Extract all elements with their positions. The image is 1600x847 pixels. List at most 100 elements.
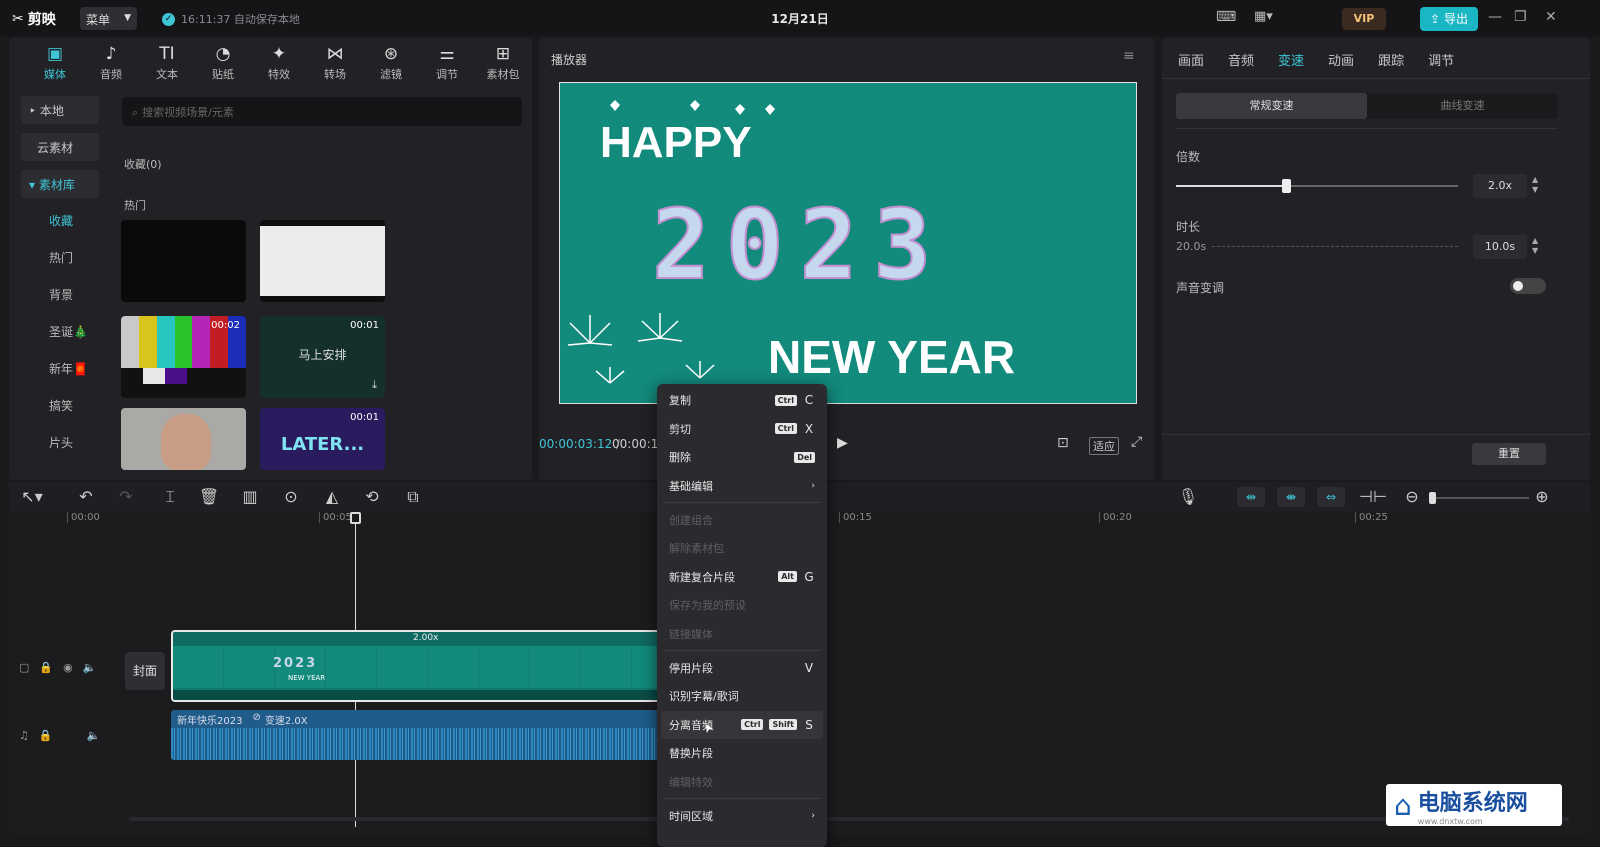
property-tab[interactable]: 画面 [1178,50,1204,69]
maximize-icon[interactable]: ❐ [1514,9,1527,25]
property-tab[interactable]: 音频 [1228,50,1254,69]
fullscreen-icon[interactable]: ⤢ [1131,434,1142,450]
keyboard-icon[interactable]: ⌨ [1216,9,1236,25]
redo-icon[interactable]: ↷ [115,487,137,507]
volume-icon[interactable]: 🔈 [83,661,97,674]
lock-icon[interactable]: 🔒 [39,661,53,674]
property-tab[interactable]: 跟踪 [1378,50,1404,69]
play-icon[interactable]: ▶ [837,435,848,451]
zoom-slider[interactable] [1429,492,1529,504]
menu-item[interactable]: 新建复合片段 Alt G [657,563,827,592]
thumb-white[interactable] [260,220,385,302]
tab-package[interactable]: ⊞ 素材包 [475,38,531,88]
preview-axis-icon[interactable]: ⊣⊢ [1359,487,1387,507]
eye-icon[interactable]: ◉ [63,661,73,674]
hamburger-icon[interactable]: ≡ [1123,48,1135,64]
ruler-label: 00:20 [1099,512,1132,523]
audio-icon: ♪ [105,44,117,64]
mirror-icon[interactable]: ◭ [321,487,343,507]
vip-badge[interactable]: VIP [1342,8,1386,30]
zoom-knob[interactable] [1429,492,1436,504]
menu-item[interactable]: 时间区域 › [657,801,827,830]
stepper-icon[interactable]: ▲ ▼ [1532,175,1538,195]
thumb-black[interactable] [121,220,246,302]
crop-icon[interactable]: ⧉ [402,487,424,507]
menu-item[interactable]: 识别字幕/歌词 [657,682,827,711]
reset-button[interactable]: 重置 [1472,443,1546,465]
auto-snap-icon[interactable]: ⇼ [1277,487,1305,507]
tab-effects[interactable]: ✦ 特效 [251,38,307,88]
main-menu-button[interactable]: 菜单 ▼ [80,7,137,30]
timeline-scrollbar[interactable] [129,817,1569,821]
tab-adjust[interactable]: ⚌ 调节 [419,38,475,88]
sidebar-item-local[interactable]: ‣ 本地 [21,96,99,124]
export-button[interactable]: ⇪ 导出 [1420,7,1478,31]
menu-item-label: 删除 [669,451,691,465]
sidebar-item-cloud[interactable]: 云素材 [21,133,99,161]
video-preview[interactable]: HAPPY 2023 NEW YEAR [559,82,1137,404]
rotate-icon[interactable]: ⟲ [361,487,383,507]
sidebar-item-library[interactable]: ▾ 素材库 [21,170,99,198]
microphone-icon[interactable]: 🎙 [1177,487,1199,507]
thumb-colorbars[interactable]: 00:02 [121,316,246,398]
video-clip[interactable]: 2.00x 2023 NEW YEAR [171,630,666,702]
menu-item[interactable]: 停用片段 V [657,653,827,682]
lock-icon[interactable]: 🔒 [39,729,53,742]
audio-clip[interactable]: 新年快乐2023 ⊘ 变速2.0X [171,710,666,760]
undo-icon[interactable]: ↶ [75,487,97,507]
sidebar-subitem[interactable]: 背景 [21,281,99,309]
download-icon[interactable]: ⤓ [372,378,377,392]
menu-item[interactable]: 剪切 Ctrl X [657,415,827,444]
stepper-icon[interactable]: ▲ ▼ [1532,236,1538,256]
menu-item[interactable]: 替换片段 [657,739,827,768]
menu-item[interactable]: 分离音频 Ctrl Shift S ➤ [661,710,823,740]
tab-media[interactable]: ▣ 媒体 [27,38,83,88]
delete-icon[interactable]: 🗑 [198,487,220,507]
select-tool-icon[interactable]: ↖▾ [17,487,47,507]
speed-mode-option[interactable]: 常规变速 [1176,93,1367,119]
close-icon[interactable]: ✕ [1545,9,1557,25]
property-tab[interactable]: 调节 [1428,50,1454,69]
screenshot-icon[interactable]: ⊡ [1057,435,1069,451]
tab-audio[interactable]: ♪ 音频 [83,38,139,88]
menu-item[interactable]: 基础编辑 › [657,472,827,501]
duration-value[interactable]: 10.0s [1473,235,1527,259]
thumb-man[interactable] [121,408,246,470]
reverse-icon[interactable]: ⊙ [280,487,302,507]
menu-item[interactable]: 删除 Del [657,443,827,472]
sidebar-subitem[interactable]: 收藏 [21,207,99,235]
thumb-later[interactable]: 00:01 LATER... [260,408,385,470]
multiplier-slider[interactable] [1176,179,1458,193]
search-input[interactable]: ⌕ 搜索视频场景/元素 [122,97,522,126]
sidebar-subitem[interactable]: 搞笑 [21,392,99,420]
sidebar-subitem[interactable]: 圣诞🎄 [21,318,99,346]
pitch-toggle[interactable] [1510,278,1546,294]
property-tab[interactable]: 变速 [1278,50,1304,69]
zoom-in-icon[interactable]: ⊕ [1531,487,1553,507]
tab-text[interactable]: TI 文本 [139,38,195,88]
split-icon[interactable]: ⌶ [159,487,181,507]
tab-filter[interactable]: ⊛ 滤镜 [363,38,419,88]
sidebar-subitem[interactable]: 新年🧧 [21,355,99,383]
slider-knob[interactable] [1281,179,1291,193]
linkage-icon[interactable]: ⇔ [1317,487,1345,507]
menu-item[interactable]: 复制 Ctrl C [657,386,827,415]
zoom-out-icon[interactable]: ⊖ [1401,487,1423,507]
sidebar-subitem[interactable]: 热门 [21,244,99,272]
multiplier-value[interactable]: 2.0x [1473,174,1527,198]
playhead-handle[interactable] [350,512,361,524]
cover-button[interactable]: 封面 [125,652,165,690]
property-tab[interactable]: 动画 [1328,50,1354,69]
layout-icon[interactable]: ▦▾ [1254,9,1273,24]
audio-track-header: ♫ 🔒 🔈 [9,702,119,768]
tab-transition[interactable]: ⋈ 转场 [307,38,363,88]
volume-icon[interactable]: 🔈 [87,729,101,742]
freeze-icon[interactable]: ▥ [239,487,261,507]
fit-button[interactable]: 适应 [1089,437,1119,455]
tab-sticker[interactable]: ◔ 贴纸 [195,38,251,88]
speed-mode-option[interactable]: 曲线变速 [1367,93,1558,119]
sidebar-subitem[interactable]: 片头 [21,429,99,457]
main-track-magnet-icon[interactable]: ⇹ [1237,487,1265,507]
thumb-mashang[interactable]: 00:01 马上安排 ⤓ [260,316,385,398]
minimize-icon[interactable]: — [1488,9,1502,25]
